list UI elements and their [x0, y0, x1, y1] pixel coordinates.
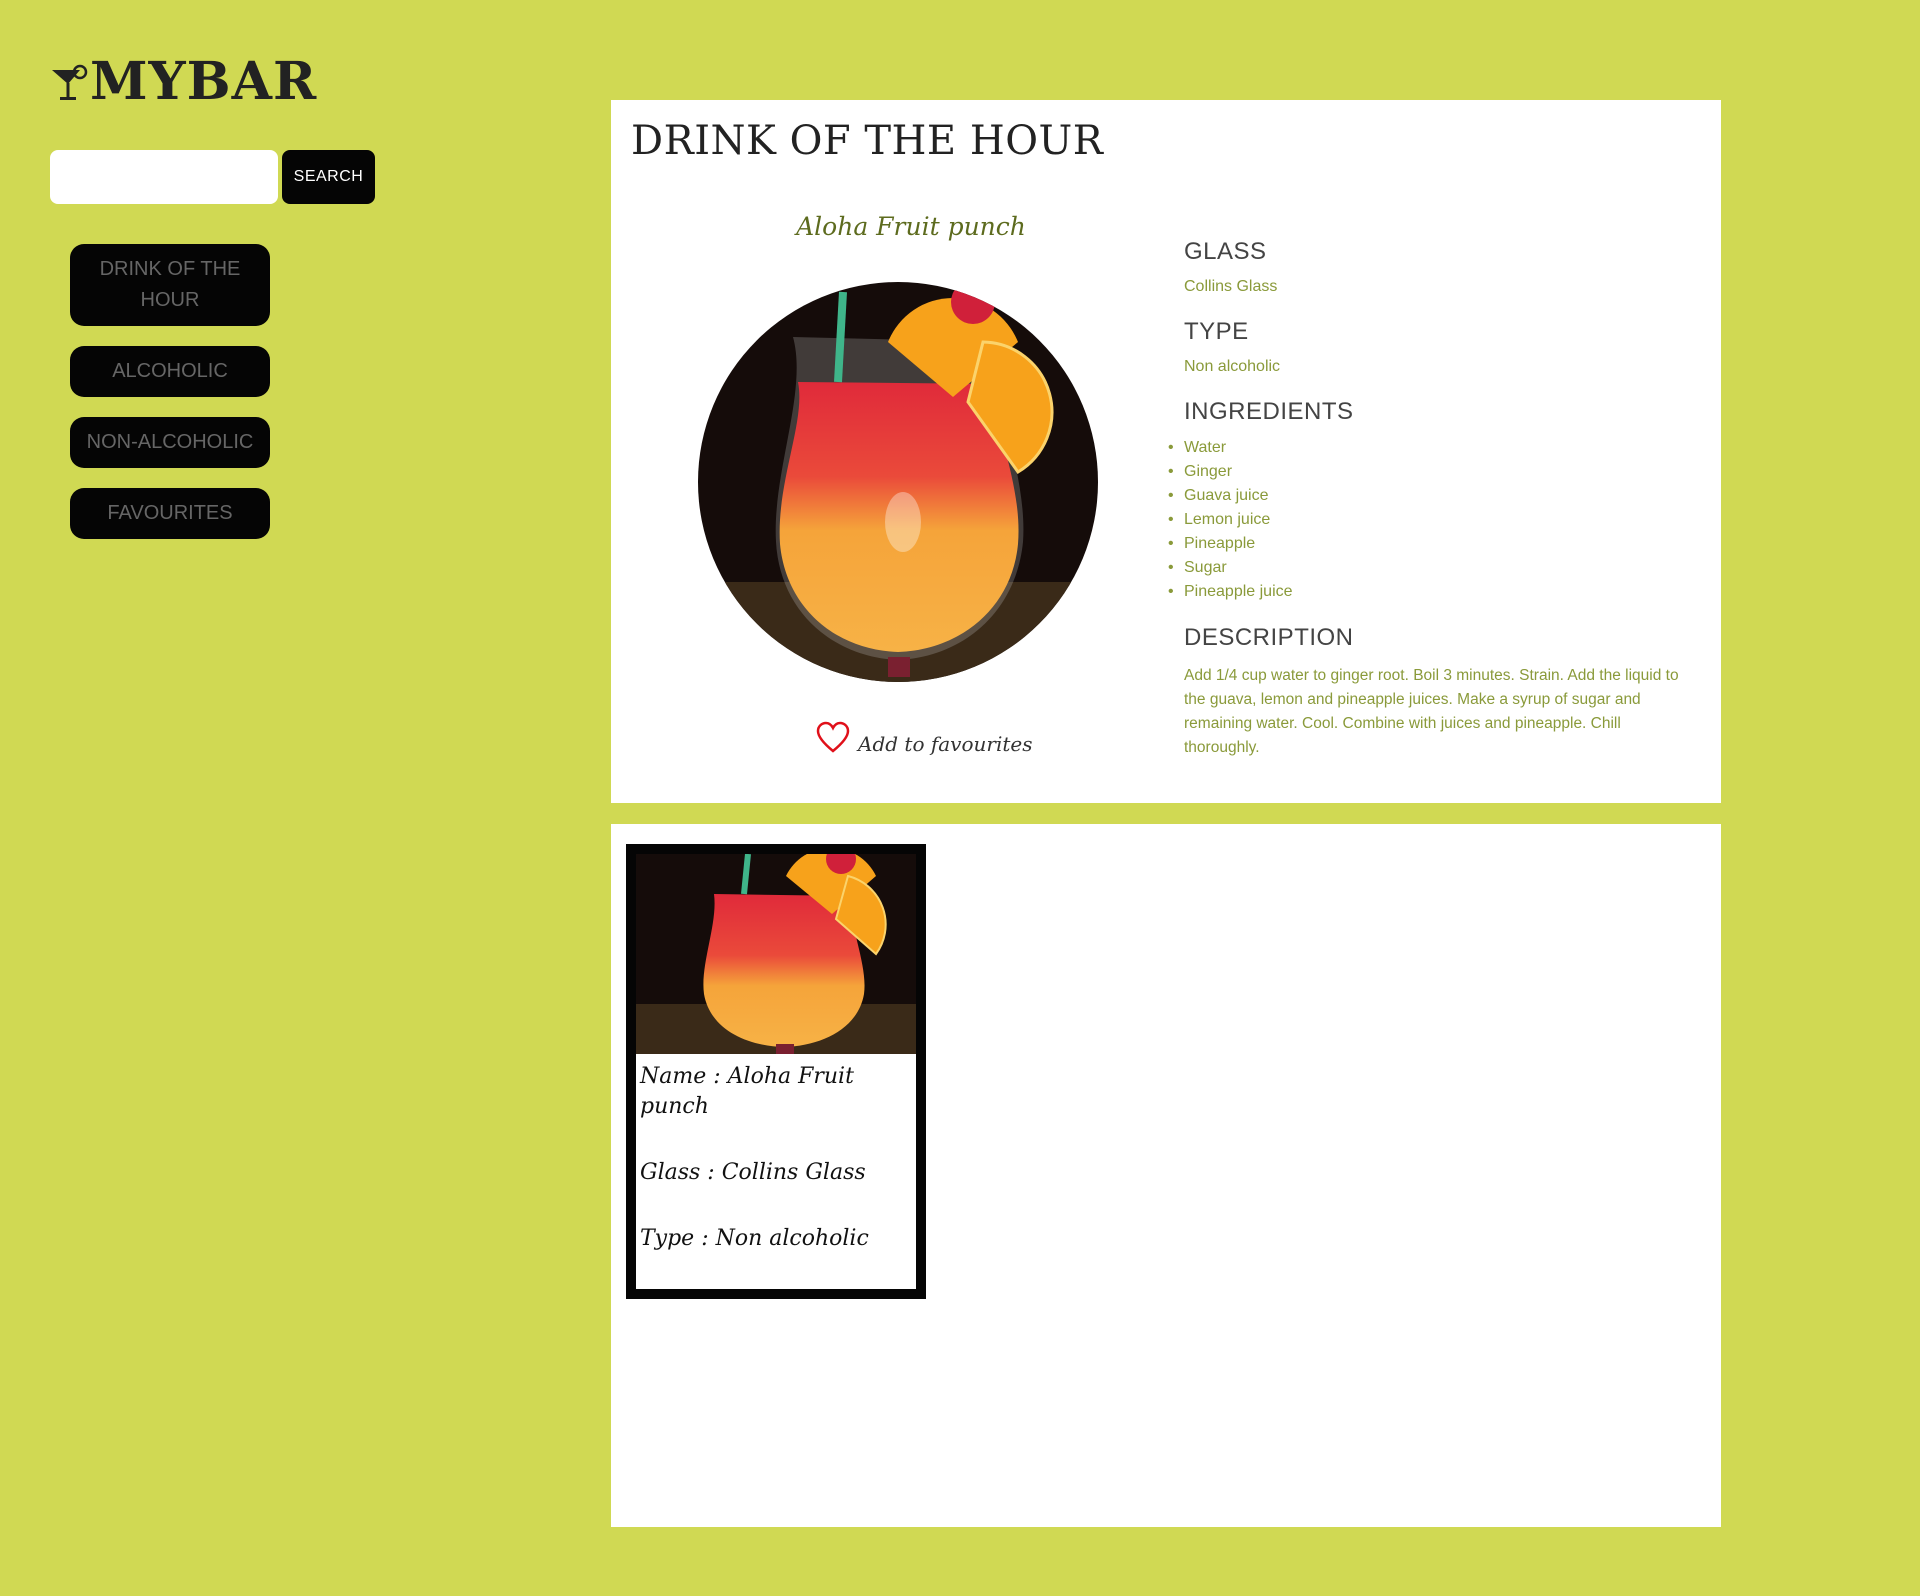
ingredients-heading: INGREDIENTS: [1184, 398, 1354, 425]
search-bar: SEARCH: [50, 150, 375, 204]
ingredient-item: Lemon juice: [1168, 508, 1694, 532]
logo[interactable]: MYBAR: [50, 50, 317, 110]
drink-name: Aloha Fruit punch: [796, 212, 1026, 241]
search-input[interactable]: [50, 150, 278, 204]
add-to-favourites-button[interactable]: Add to favourites: [816, 720, 1032, 756]
card-glass: Glass : Collins Glass: [640, 1160, 866, 1185]
drink-card[interactable]: Name : Aloha Fruit punch Glass : Collins…: [626, 844, 926, 1299]
glass-heading: GLASS: [1184, 238, 1267, 265]
glass-value: Collins Glass: [1184, 278, 1278, 295]
type-heading: TYPE: [1184, 318, 1249, 345]
drink-image: [698, 282, 1098, 682]
add-to-favourites-label: Add to favourites: [858, 732, 1033, 756]
drink-card-body: Name : Aloha Fruit punch Glass : Collins…: [636, 1054, 916, 1289]
drink-card-image: [636, 854, 916, 1054]
search-button[interactable]: SEARCH: [282, 150, 375, 204]
ingredient-item: Sugar: [1168, 556, 1694, 580]
ingredient-item: Ginger: [1168, 460, 1694, 484]
description-text: Add 1/4 cup water to ginger root. Boil 3…: [1184, 667, 1679, 756]
sidebar-nav: DRINK OF THE HOUR ALCOHOLIC NON-ALCOHOLI…: [70, 244, 270, 539]
description-heading: DESCRIPTION: [1184, 624, 1354, 651]
ingredient-item: Pineapple juice: [1168, 580, 1694, 604]
drink-details: GLASS Collins Glass TYPE Non alcoholic I…: [1168, 238, 1694, 760]
type-value: Non alcoholic: [1184, 358, 1281, 375]
card-name: Name : Aloha Fruit punch: [640, 1064, 854, 1119]
ingredient-item: Guava juice: [1168, 484, 1694, 508]
ingredient-item: Pineapple: [1168, 532, 1694, 556]
drinks-list-panel: Name : Aloha Fruit punch Glass : Collins…: [611, 824, 1721, 1527]
nav-drink-of-the-hour[interactable]: DRINK OF THE HOUR: [70, 244, 270, 326]
logo-text: MYBAR: [90, 51, 318, 112]
page-title: DRINK OF THE HOUR: [631, 118, 1104, 164]
nav-non-alcoholic[interactable]: NON-ALCOHOLIC: [70, 417, 270, 468]
drink-name-container: Aloha Fruit punch: [721, 212, 1101, 241]
ingredient-item: Water: [1168, 436, 1694, 460]
nav-alcoholic[interactable]: ALCOHOLIC: [70, 346, 270, 397]
cocktail-glass-icon: [52, 64, 88, 100]
card-type: Type : Non alcoholic: [640, 1226, 869, 1251]
heart-outline-icon: [816, 721, 850, 753]
drink-of-the-hour-panel: DRINK OF THE HOUR Aloha Fruit punch Add …: [611, 100, 1721, 803]
nav-favourites[interactable]: FAVOURITES: [70, 488, 270, 539]
ingredients-list: Water Ginger Guava juice Lemon juice Pin…: [1168, 436, 1694, 604]
